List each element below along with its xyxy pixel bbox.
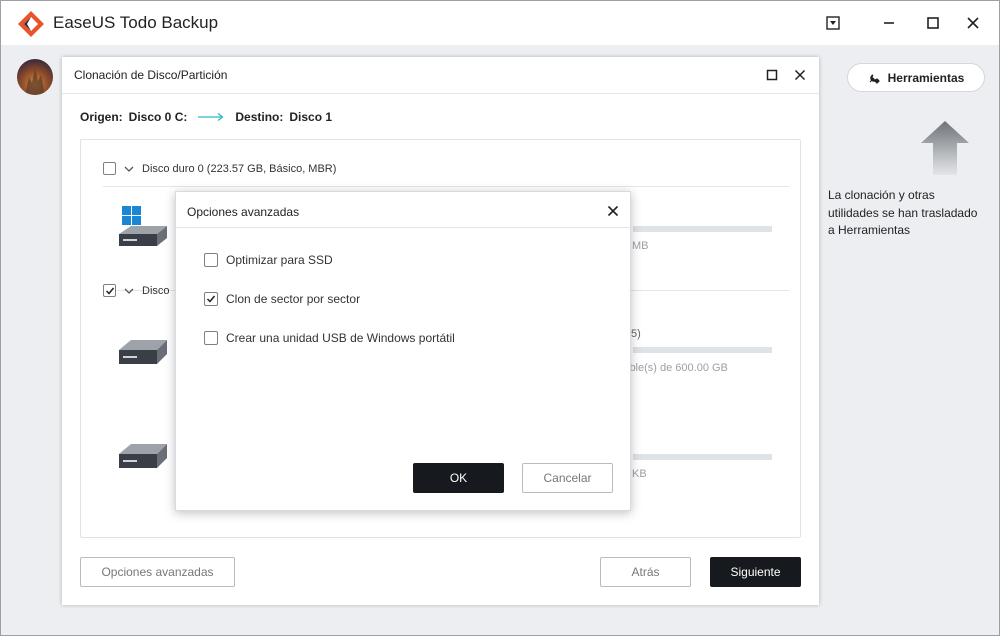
partition-usage-bar: [633, 347, 772, 353]
cancel-button[interactable]: Cancelar: [522, 463, 613, 493]
hint-line: La clonación y otras: [828, 188, 935, 202]
modal-title: Opciones avanzadas: [187, 205, 300, 219]
option-portable-usb[interactable]: Crear una unidad USB de Windows portátil: [204, 331, 455, 345]
option-sector-by-sector[interactable]: Clon de sector por sector: [204, 292, 360, 306]
hard-disk-icon: [119, 444, 167, 468]
checkmark-icon: [105, 287, 114, 295]
partition-size-text: MB: [632, 240, 649, 252]
partition-usage-bar: [633, 454, 772, 460]
origin-value: Disco 0 C:: [128, 110, 188, 124]
partition-size-text: 5): [631, 328, 641, 340]
easeus-logo-icon: [18, 11, 44, 37]
close-icon: [794, 69, 806, 81]
avatar-image-icon: [25, 69, 45, 95]
dialog-close-button[interactable]: [791, 66, 809, 84]
disk-1-label: Disco: [142, 284, 170, 297]
close-app-button[interactable]: [961, 11, 985, 35]
chevron-down-icon[interactable]: [124, 165, 134, 173]
menu-dropdown-button[interactable]: [821, 11, 845, 35]
clone-route: Origen: Disco 0 C: Destino: Disco 1: [80, 110, 332, 124]
close-icon: [967, 17, 979, 29]
minimize-icon: [884, 22, 894, 24]
next-button[interactable]: Siguiente: [710, 557, 801, 587]
chevron-down-icon[interactable]: [124, 287, 134, 295]
app-title: EaseUS Todo Backup: [53, 13, 219, 32]
advanced-options-button[interactable]: Opciones avanzadas: [80, 557, 235, 587]
dropdown-menu-icon: [826, 16, 840, 30]
partition-usage-bar: [633, 226, 772, 232]
checkmark-icon: [206, 295, 216, 303]
tools-button-label: Herramientas: [887, 70, 965, 85]
tools-button[interactable]: Herramientas: [847, 63, 985, 92]
portable-usb-checkbox[interactable]: [204, 331, 218, 345]
arrow-right-icon: [198, 112, 224, 122]
dialog-title: Clonación de Disco/Partición: [74, 68, 228, 82]
maximize-icon: [766, 69, 778, 81]
app-window: EaseUS Todo Backup Herramientas La clona…: [0, 0, 1000, 636]
dest-label: Destino:: [235, 110, 284, 124]
dest-value: Disco 1: [289, 110, 333, 124]
option-optimize-ssd[interactable]: Optimizar para SSD: [204, 253, 333, 267]
modal-close-button[interactable]: [604, 202, 622, 220]
close-icon: [607, 205, 619, 217]
minimize-button[interactable]: [877, 11, 901, 35]
avatar[interactable]: [17, 59, 53, 95]
maximize-button[interactable]: [921, 11, 945, 35]
row-divider: [103, 186, 789, 187]
option-label: Clon de sector por sector: [226, 292, 361, 306]
dialog-maximize-button[interactable]: [763, 66, 781, 84]
up-arrow-icon: [921, 121, 969, 175]
ok-button[interactable]: OK: [413, 463, 504, 493]
hint-line: a Herramientas: [828, 223, 911, 237]
hint-line: utilidades se han trasladado: [828, 205, 978, 220]
disk-1-checkbox[interactable]: [103, 284, 116, 297]
windows-disk-icon: [119, 206, 167, 246]
disk-0-header: Disco duro 0 (223.57 GB, Básico, MBR): [103, 162, 336, 175]
maximize-icon: [927, 17, 939, 29]
option-label: Optimizar para SSD: [226, 253, 333, 267]
tools-moved-hint: La clonación y otras utilidades se han t…: [828, 187, 993, 240]
back-button[interactable]: Atrás: [600, 557, 691, 587]
hard-disk-icon: [119, 340, 167, 364]
disk-0-checkbox[interactable]: [103, 162, 116, 175]
disk-0-label: Disco duro 0 (223.57 GB, Básico, MBR): [142, 162, 337, 175]
title-bar: EaseUS Todo Backup: [1, 1, 999, 45]
wrench-icon: [869, 73, 880, 84]
option-label: Crear una unidad USB de Windows portátil: [226, 331, 455, 345]
sector-by-sector-checkbox[interactable]: [204, 292, 218, 306]
advanced-options-modal: Opciones avanzadas Optimizar para SSD Cl…: [175, 191, 631, 511]
partition-size-text: KB: [632, 468, 647, 480]
disk-1-header: Disco: [103, 284, 170, 297]
partition-free-text: ible(s) de 600.00 GB: [627, 362, 728, 374]
dialog-divider: [62, 93, 819, 94]
optimize-ssd-checkbox[interactable]: [204, 253, 218, 267]
modal-divider: [176, 227, 630, 228]
origin-label: Origen:: [80, 110, 123, 124]
